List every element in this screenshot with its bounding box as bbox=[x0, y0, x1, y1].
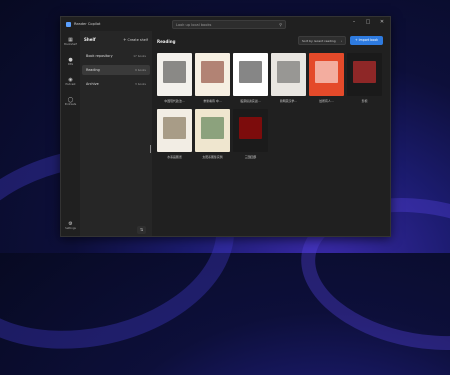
cover-art bbox=[277, 61, 300, 83]
shelf-item-book-repository[interactable]: Book repository 17 books bbox=[82, 51, 150, 61]
app-logo-icon bbox=[66, 21, 71, 27]
create-shelf-label: Create shelf bbox=[127, 38, 148, 42]
book-title: 三国四部 bbox=[244, 155, 257, 159]
book-cover[interactable] bbox=[309, 53, 344, 96]
sort-dropdown-label: Sort by recent reading bbox=[302, 39, 336, 43]
cover-art bbox=[201, 61, 224, 83]
rail-item-bookshelf[interactable]: ▦ Bookshelf bbox=[61, 37, 80, 46]
app-window: Reader Copilot ⚲ – □ ✕ ▦ Bookshelf ● RSS… bbox=[60, 16, 391, 237]
book-title: 简明英汉学… bbox=[279, 99, 298, 103]
nav-rail: ▦ Bookshelf ● RSS ◉ Podcast ◯ Podcasts ⚙… bbox=[61, 31, 80, 236]
rail-item-podcast[interactable]: ◉ Podcast bbox=[61, 77, 80, 86]
shelf-title: Shelf bbox=[84, 37, 96, 42]
book-card[interactable]: 中国现代政治… bbox=[157, 53, 192, 103]
book-cover[interactable] bbox=[195, 109, 230, 152]
cover-art bbox=[315, 61, 338, 83]
book-card[interactable]: 给所有人… bbox=[309, 53, 344, 103]
book-card[interactable]: 影视 bbox=[347, 53, 382, 103]
search-icon[interactable]: ⚲ bbox=[279, 22, 282, 27]
shelf-item-reading[interactable]: Reading 9 books bbox=[82, 65, 150, 75]
panel-resize-handle[interactable] bbox=[150, 145, 151, 153]
book-card[interactable]: 太阳系图鉴实例 bbox=[195, 109, 230, 159]
cover-art bbox=[201, 117, 224, 139]
shelf-item-archive[interactable]: Archive 3 books bbox=[82, 79, 150, 89]
book-title: 太阳系图鉴实例 bbox=[202, 155, 223, 159]
plus-icon: + bbox=[123, 37, 127, 42]
chevron-down-icon: › bbox=[340, 39, 342, 43]
book-title: 股票投资实战… bbox=[240, 99, 261, 103]
book-cover[interactable] bbox=[157, 53, 192, 96]
book-card[interactable]: 重新看待 中… bbox=[195, 53, 230, 103]
app-title: Reader Copilot bbox=[74, 22, 101, 26]
cover-art bbox=[163, 117, 186, 139]
rail-item-podcasts[interactable]: ◯ Podcasts bbox=[61, 97, 80, 106]
book-title: 中国现代政治… bbox=[164, 99, 185, 103]
shelf-item-count: 17 books bbox=[133, 54, 146, 58]
rail-item-settings[interactable]: ⚙ Settings bbox=[61, 221, 80, 230]
book-cover[interactable] bbox=[233, 53, 268, 96]
shelf-item-name: Archive bbox=[86, 82, 99, 86]
book-title: 水墨画图谱 bbox=[167, 155, 182, 159]
cover-art bbox=[163, 61, 186, 83]
book-cover[interactable] bbox=[347, 53, 382, 96]
cover-art bbox=[239, 117, 262, 139]
book-title: 给所有人… bbox=[319, 99, 334, 103]
page-title: Reading bbox=[157, 39, 176, 44]
rail-item-rss[interactable]: ● RSS bbox=[61, 57, 80, 66]
shelf-item-name: Book repository bbox=[86, 54, 113, 58]
book-cover[interactable] bbox=[157, 109, 192, 152]
import-book-button[interactable]: + Import book bbox=[350, 36, 383, 45]
shelf-item-count: 3 books bbox=[135, 82, 146, 86]
search-box[interactable]: ⚲ bbox=[172, 20, 286, 29]
maximize-button[interactable]: □ bbox=[363, 19, 373, 25]
book-card[interactable]: 水墨画图谱 bbox=[157, 109, 192, 159]
minimize-button[interactable]: – bbox=[349, 19, 359, 25]
book-cover[interactable] bbox=[271, 53, 306, 96]
sort-dropdown[interactable]: Sort by recent reading › bbox=[298, 36, 346, 45]
book-title: 重新看待 中… bbox=[203, 99, 222, 103]
close-button[interactable]: ✕ bbox=[377, 19, 387, 25]
book-card[interactable]: 股票投资实战… bbox=[233, 53, 268, 103]
book-cover[interactable] bbox=[233, 109, 268, 152]
search-input[interactable] bbox=[176, 21, 271, 28]
shelf-item-count: 9 books bbox=[135, 68, 146, 72]
shelf-item-name: Reading bbox=[86, 68, 100, 72]
book-cover[interactable] bbox=[195, 53, 230, 96]
sort-shelf-button[interactable]: ⇅ bbox=[137, 226, 146, 234]
cover-art bbox=[353, 61, 376, 83]
book-card[interactable]: 简明英汉学… bbox=[271, 53, 306, 103]
cover-art bbox=[239, 61, 262, 83]
book-card[interactable]: 三国四部 bbox=[233, 109, 268, 159]
book-title: 影视 bbox=[361, 99, 368, 103]
create-shelf-button[interactable]: +Create shelf bbox=[123, 37, 148, 42]
shelf-panel: Shelf +Create shelf Book repository 17 b… bbox=[80, 31, 152, 236]
main-content: Reading Sort by recent reading › + Impor… bbox=[153, 31, 390, 236]
